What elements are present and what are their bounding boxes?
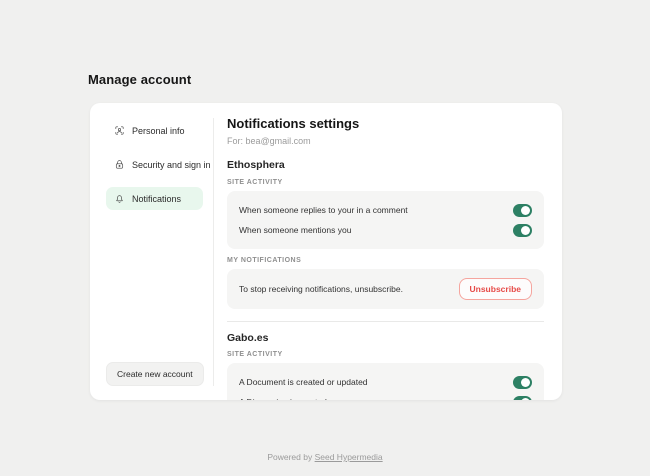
site-activity-panel: When someone replies to your in a commen… xyxy=(227,191,544,249)
notification-row-label: A Discussion is created xyxy=(239,397,327,400)
page: Manage account Personal info xyxy=(0,0,650,476)
site-activity-panel: A Document is created or updated A Discu… xyxy=(227,363,544,400)
notification-row: A Document is created or updated xyxy=(239,373,532,391)
bell-icon xyxy=(114,193,125,204)
toggle-knob xyxy=(521,226,530,235)
toggle-knob xyxy=(521,378,530,387)
notification-row-label: When someone mentions you xyxy=(239,225,351,235)
toggle-switch[interactable] xyxy=(513,224,532,237)
site-section-title: Gabo.es xyxy=(227,332,544,344)
notification-row: When someone mentions you xyxy=(239,221,532,239)
panel-title: Notifications settings xyxy=(227,116,544,131)
manage-account-card: Personal info Security and sign in xyxy=(90,103,562,400)
footer: Powered by Seed Hypermedia xyxy=(0,452,650,462)
notification-row-label: A Document is created or updated xyxy=(239,377,368,387)
sidebar-item-label: Security and sign in xyxy=(132,160,211,170)
site-activity-label: SITE ACTIVITY xyxy=(227,351,544,358)
lock-icon xyxy=(114,159,125,170)
sidebar-item-label: Personal info xyxy=(132,126,185,136)
toggle-knob xyxy=(521,398,530,401)
toggle-switch[interactable] xyxy=(513,396,532,401)
sidebar: Personal info Security and sign in xyxy=(90,103,213,400)
section-divider xyxy=(227,321,544,322)
page-title: Manage account xyxy=(88,72,191,87)
sidebar-item-notifications[interactable]: Notifications xyxy=(106,187,203,210)
site-section-title: Ethosphera xyxy=(227,159,544,171)
create-new-account-button[interactable]: Create new account xyxy=(106,362,204,386)
notifications-settings-panel: Notifications settings For: bea@gmail.co… xyxy=(214,103,562,400)
site-activity-label: SITE ACTIVITY xyxy=(227,179,544,186)
powered-by-text: Powered by xyxy=(267,452,314,462)
seed-hypermedia-link[interactable]: Seed Hypermedia xyxy=(315,452,383,462)
unsubscribe-panel: To stop receiving notifications, unsubsc… xyxy=(227,269,544,309)
account-email-line: For: bea@gmail.com xyxy=(227,136,544,146)
unsubscribe-button[interactable]: Unsubscribe xyxy=(459,278,533,300)
sidebar-spacer xyxy=(106,221,203,362)
notification-row: When someone replies to your in a commen… xyxy=(239,201,532,219)
toggle-knob xyxy=(521,206,530,215)
sidebar-item-personal-info[interactable]: Personal info xyxy=(106,119,203,142)
unsubscribe-text: To stop receiving notifications, unsubsc… xyxy=(239,284,403,294)
toggle-switch[interactable] xyxy=(513,376,532,389)
sidebar-item-security[interactable]: Security and sign in xyxy=(106,153,203,176)
notification-row: A Discussion is created xyxy=(239,393,532,400)
user-scan-icon xyxy=(114,125,125,136)
toggle-switch[interactable] xyxy=(513,204,532,217)
my-notifications-label: MY NOTIFICATIONS xyxy=(227,257,544,264)
notification-row-label: When someone replies to your in a commen… xyxy=(239,205,408,215)
sidebar-item-label: Notifications xyxy=(132,194,181,204)
